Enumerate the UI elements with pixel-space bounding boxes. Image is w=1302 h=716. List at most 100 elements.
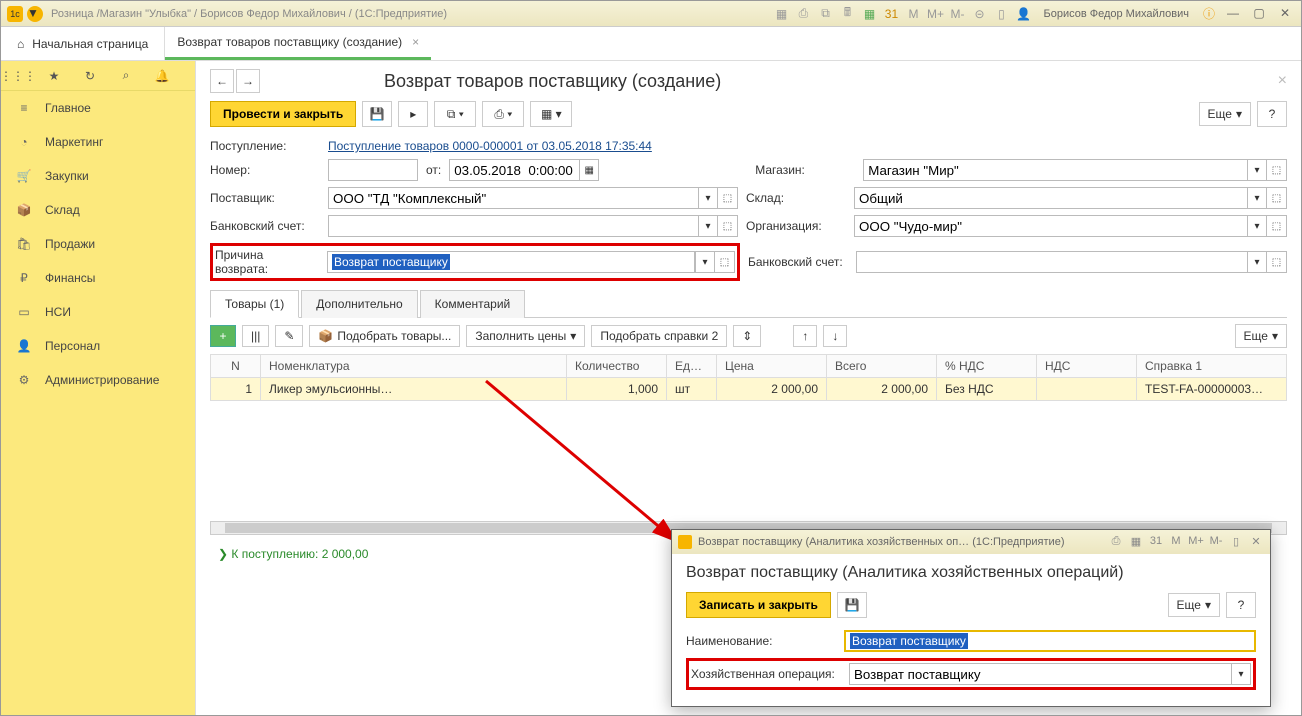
move-down-button[interactable]: ↓: [823, 325, 847, 347]
close-page-icon[interactable]: ×: [1278, 72, 1287, 90]
warehouse-input[interactable]: [854, 187, 1247, 209]
table-row[interactable]: 1 Ликер эмульсионны… 1,000 шт 2 000,00 2…: [211, 378, 1287, 401]
col-ref[interactable]: Справка 1: [1137, 355, 1287, 378]
save-button[interactable]: 💾: [362, 101, 392, 127]
add-row-button[interactable]: +: [210, 325, 236, 347]
modal-op-input[interactable]: [849, 663, 1231, 685]
m-plus-icon[interactable]: M+: [927, 6, 943, 22]
minimize-button[interactable]: —: [1223, 6, 1243, 22]
dropdown-icon[interactable]: ▾: [1247, 159, 1267, 181]
dropdown-icon[interactable]: ▾: [1247, 251, 1267, 273]
close-button[interactable]: ✕: [1275, 6, 1295, 22]
modal-mplus-icon[interactable]: M+: [1188, 535, 1204, 549]
modal-save-button[interactable]: 💾: [837, 592, 867, 618]
modal-name-input[interactable]: Возврат поставщику: [844, 630, 1256, 652]
more-button[interactable]: Еще ▾: [1199, 102, 1251, 126]
open-icon[interactable]: ⬚: [1267, 251, 1287, 273]
zoom-icon[interactable]: ⊝: [971, 6, 987, 22]
document-tab[interactable]: Возврат товаров поставщику (создание) ×: [165, 27, 431, 60]
favorite-icon[interactable]: ★: [45, 67, 63, 85]
col-price[interactable]: Цена: [717, 355, 827, 378]
m-icon[interactable]: M: [905, 6, 921, 22]
bank-input[interactable]: [328, 215, 698, 237]
modal-panel-icon[interactable]: ▯: [1228, 535, 1244, 549]
nav-forward-button[interactable]: →: [236, 69, 260, 93]
dropdown-icon[interactable]: ▾: [1247, 215, 1267, 237]
info-icon[interactable]: ⓘ: [1201, 6, 1217, 22]
copy-icon[interactable]: ⧉: [817, 6, 833, 22]
calendar-icon[interactable]: ▦: [861, 6, 877, 22]
col-vat[interactable]: НДС: [1037, 355, 1137, 378]
tab-extra[interactable]: Дополнительно: [301, 290, 417, 318]
date-icon[interactable]: 31: [883, 6, 899, 22]
print-icon[interactable]: ⎙: [795, 6, 811, 22]
tab-goods[interactable]: Товары (1): [210, 290, 299, 318]
tab-comment[interactable]: Комментарий: [420, 290, 526, 318]
report-dropdown[interactable]: ▦ ▾: [530, 101, 572, 127]
post-button[interactable]: ▸: [398, 101, 428, 127]
calculator-icon[interactable]: 🖩: [839, 6, 855, 22]
move-up-button[interactable]: ↑: [793, 325, 817, 347]
copy-dropdown[interactable]: ⧉ ▾: [434, 101, 476, 127]
calendar-picker-icon[interactable]: ▦: [579, 159, 599, 181]
col-name[interactable]: Номенклатура: [261, 355, 567, 378]
receipt-balance-link[interactable]: ❯ К поступлению: 2 000,00: [218, 547, 368, 561]
sidebar-item-sales[interactable]: 🛍Продажи: [1, 227, 195, 261]
supplier-input[interactable]: [328, 187, 698, 209]
receipt-link[interactable]: Поступление товаров 0000-000001 от 03.05…: [328, 139, 652, 153]
collapse-icon[interactable]: ▼: [27, 6, 43, 22]
number-input[interactable]: [328, 159, 418, 181]
col-unit[interactable]: Ед…: [667, 355, 717, 378]
expand-button[interactable]: ⇕: [733, 325, 761, 347]
dropdown-icon[interactable]: ▾: [1247, 187, 1267, 209]
bell-icon[interactable]: 🔔: [153, 67, 171, 85]
col-vat-pct[interactable]: % НДС: [937, 355, 1037, 378]
modal-date-icon[interactable]: 31: [1148, 535, 1164, 549]
maximize-button[interactable]: ▢: [1249, 6, 1269, 22]
modal-print-icon[interactable]: ⎙: [1108, 535, 1124, 549]
modal-cal-icon[interactable]: ▦: [1128, 535, 1144, 549]
open-icon[interactable]: ⬚: [715, 251, 735, 273]
modal-more-button[interactable]: Еще ▾: [1168, 593, 1220, 617]
org-input[interactable]: [854, 215, 1247, 237]
m-minus-icon[interactable]: M-: [949, 6, 965, 22]
search-icon[interactable]: ⌕: [117, 67, 135, 85]
sidebar-item-purchases[interactable]: 🛒Закупки: [1, 159, 195, 193]
col-qty[interactable]: Количество: [567, 355, 667, 378]
home-tab[interactable]: ⌂ Начальная страница: [1, 27, 165, 60]
print-preview-icon[interactable]: ▦: [773, 6, 789, 22]
sidebar-item-admin[interactable]: ⚙Администрирование: [1, 363, 195, 397]
panel-icon[interactable]: ▯: [993, 6, 1009, 22]
modal-m-icon[interactable]: M: [1168, 535, 1184, 549]
history-icon[interactable]: ↻: [81, 67, 99, 85]
col-n[interactable]: N: [211, 355, 261, 378]
sidebar-item-warehouse[interactable]: 📦Склад: [1, 193, 195, 227]
dropdown-icon[interactable]: ▾: [698, 215, 718, 237]
print-dropdown[interactable]: ⎙ ▾: [482, 101, 524, 127]
open-icon[interactable]: ⬚: [718, 215, 738, 237]
sidebar-item-personnel[interactable]: 👤Персонал: [1, 329, 195, 363]
col-total[interactable]: Всего: [827, 355, 937, 378]
sidebar-item-nsi[interactable]: ▭НСИ: [1, 295, 195, 329]
store-input[interactable]: [863, 159, 1247, 181]
modal-mminus-icon[interactable]: M-: [1208, 535, 1224, 549]
bank2-input[interactable]: [856, 251, 1247, 273]
sidebar-item-finance[interactable]: ₽Финансы: [1, 261, 195, 295]
help-button[interactable]: ?: [1257, 101, 1287, 127]
open-icon[interactable]: ⬚: [1267, 215, 1287, 237]
nav-back-button[interactable]: ←: [210, 69, 234, 93]
open-icon[interactable]: ⬚: [1267, 187, 1287, 209]
dropdown-icon[interactable]: ▾: [1231, 663, 1251, 685]
modal-close-icon[interactable]: ✕: [1248, 535, 1264, 549]
open-icon[interactable]: ⬚: [1267, 159, 1287, 181]
date-input[interactable]: [449, 159, 579, 181]
barcode-button[interactable]: |||: [242, 325, 269, 347]
modal-help-button[interactable]: ?: [1226, 592, 1256, 618]
modal-save-close-button[interactable]: Записать и закрыть: [686, 592, 831, 618]
reason-input[interactable]: Возврат поставщику: [327, 251, 695, 273]
open-icon[interactable]: ⬚: [718, 187, 738, 209]
pick-goods-button[interactable]: 📦 Подобрать товары...: [309, 325, 460, 347]
edit-button[interactable]: ✎: [275, 325, 303, 347]
sidebar-item-main[interactable]: ≡Главное: [1, 91, 195, 125]
dropdown-icon[interactable]: ▾: [698, 187, 718, 209]
